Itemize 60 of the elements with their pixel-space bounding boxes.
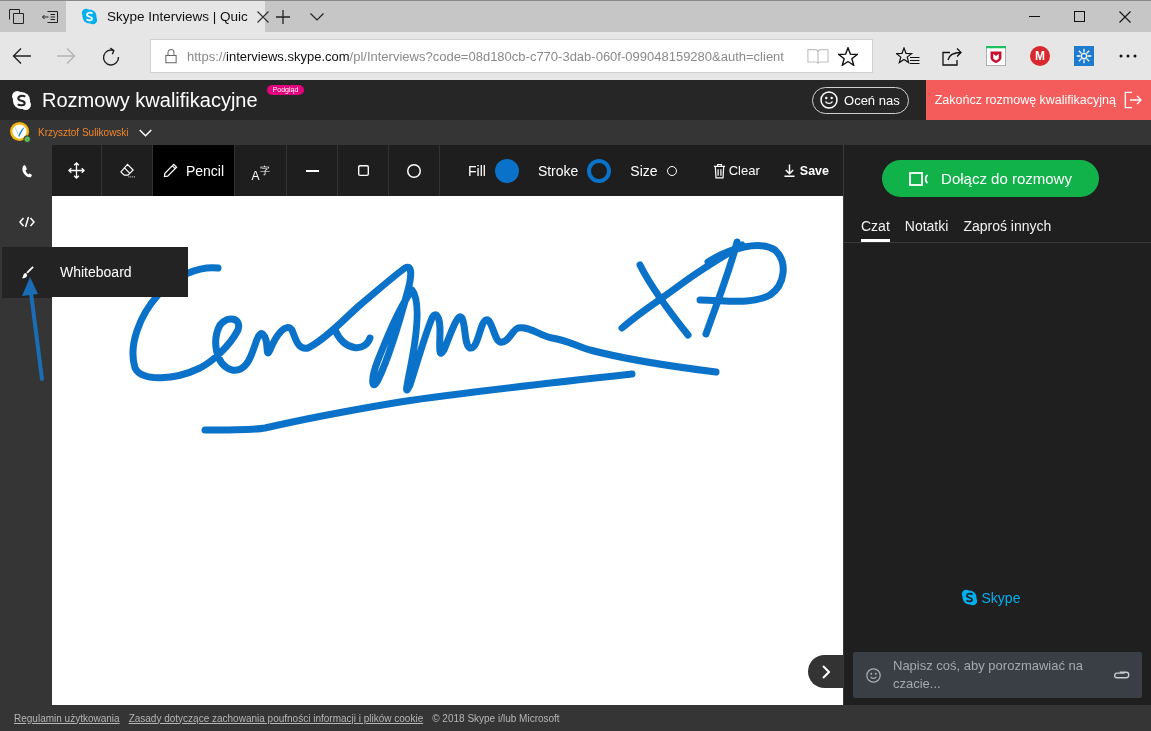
share-icon[interactable]: [941, 46, 963, 66]
line-icon: [305, 169, 319, 172]
chevron-down-icon[interactable]: [310, 12, 324, 21]
brush-view-button[interactable]: [2, 247, 52, 298]
plus-icon[interactable]: [276, 9, 290, 24]
pencil-icon: [162, 163, 178, 178]
brand-name: Skype: [981, 589, 1021, 606]
lock-icon: [165, 48, 177, 64]
rectangle-icon: [357, 165, 369, 176]
trash-icon: [712, 162, 726, 179]
chevron-down-icon: [138, 128, 152, 137]
download-icon: [783, 164, 795, 177]
shield-icon[interactable]: [986, 46, 1006, 66]
star-icon[interactable]: [838, 46, 858, 66]
close-icon[interactable]: [256, 10, 269, 23]
set-aside-icon[interactable]: [41, 10, 58, 23]
footer-link[interactable]: Zasady dotyczące zachowania poufności informacji i plików cookie: [128, 712, 424, 724]
extension-button[interactable]: M: [1030, 46, 1050, 66]
chevron-right-icon: [821, 664, 830, 679]
fill-button[interactable]: Fill: [468, 145, 519, 196]
user-menu-button[interactable]: Krzysztof Sulikowski: [38, 127, 152, 138]
tabs-icon[interactable]: [9, 9, 24, 24]
ellipse-icon: [407, 163, 421, 178]
paperclip-icon[interactable]: [1113, 670, 1130, 680]
video-icon: [909, 171, 930, 186]
app-title: Rozmowy kwalifikacyjne: [42, 88, 258, 112]
stroke-button[interactable]: Stroke: [537, 145, 612, 196]
smiley-icon[interactable]: [866, 667, 881, 683]
close-icon[interactable]: [1118, 10, 1131, 23]
panel-tab[interactable]: Czat: [861, 216, 890, 242]
chat-input-field[interactable]: Napisz coś, aby porozmawiać na czacie...: [853, 652, 1142, 698]
eraser-icon: [118, 163, 136, 178]
logo-icon: [11, 89, 32, 111]
maximize-icon[interactable]: [1074, 11, 1085, 22]
code-icon: [19, 215, 35, 228]
expand-panel-button[interactable]: [808, 655, 843, 688]
copyright-text: © 2018 Skype i/lub Microsoft: [432, 712, 560, 724]
address-field[interactable]: https://interviews.skype.com/pl/Interviews?code=08d180cb-c770-3dab-060f-099048159280&auth=client: [150, 39, 873, 73]
clear-button[interactable]: Clear: [712, 145, 760, 196]
url-text: https://interviews.skype.com/pl/Interviews?code=08d180cb-c770-3dab-060f-099048159280&auth=client: [187, 48, 785, 64]
more-icon[interactable]: [1119, 54, 1137, 58]
exit-icon: [1124, 91, 1142, 109]
panel-tab[interactable]: Zaproś innych: [963, 216, 1052, 242]
tooltip: Whiteboard: [52, 247, 188, 297]
footer-link[interactable]: Regulamin użytkowania: [14, 712, 120, 724]
phone-icon: [21, 163, 33, 178]
snowflake-icon[interactable]: [1074, 46, 1094, 66]
panel-tab[interactable]: Notatki: [904, 216, 949, 242]
save-button[interactable]: Save: [783, 145, 829, 196]
logo-icon: [960, 589, 978, 606]
back-icon[interactable]: [12, 47, 32, 65]
favorites-icon[interactable]: [896, 47, 920, 65]
whiteboard-canvas[interactable]: [52, 196, 843, 705]
pencil-tool-button[interactable]: Pencil: [153, 145, 235, 196]
move-icon: [68, 162, 85, 179]
smiley-icon: [820, 91, 839, 109]
brush-icon: [20, 266, 34, 279]
refresh-icon[interactable]: [100, 46, 120, 66]
logo-icon: [81, 8, 98, 25]
size-button[interactable]: Size: [630, 145, 677, 196]
